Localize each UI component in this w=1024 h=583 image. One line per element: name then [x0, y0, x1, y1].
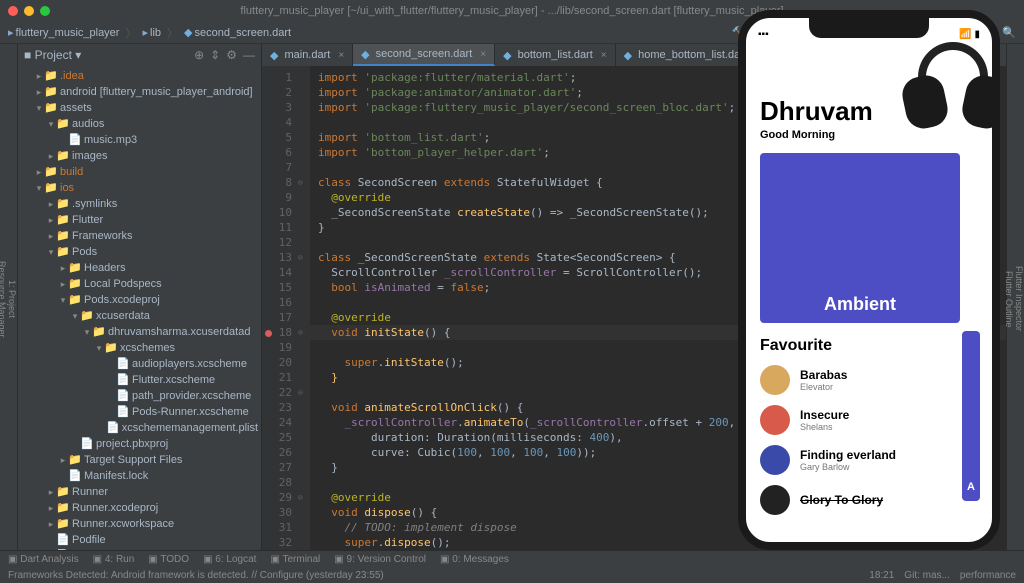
status-item[interactable]: Git: mas... — [904, 570, 950, 581]
tool-tab[interactable]: 1: Project — [7, 280, 17, 318]
category-card[interactable]: Ambient — [760, 153, 960, 323]
avatar — [760, 365, 790, 395]
close-icon[interactable]: × — [480, 49, 486, 60]
tree-item[interactable]: 📄music.mp3 — [18, 132, 261, 148]
tool-window-tab[interactable]: ▣ 9: Version Control — [334, 554, 426, 565]
status-bar: Frameworks Detected: Android framework i… — [0, 568, 1024, 583]
signal-icon: ▪▪▪ — [758, 29, 769, 40]
tree-item[interactable]: 📄Manifest.lock — [18, 468, 261, 484]
tree-item[interactable]: 📄Flutter.xcscheme — [18, 372, 261, 388]
tree-item[interactable]: ▸📁.idea — [18, 68, 261, 84]
favourite-item[interactable]: InsecureShelans — [760, 405, 978, 435]
tree-item[interactable]: ▸📁Runner — [18, 484, 261, 500]
tree-item[interactable]: ▾📁Pods.xcodeproj — [18, 292, 261, 308]
collapse-icon[interactable]: ⇕ — [210, 48, 220, 62]
favourite-item[interactable]: Glory To Glory — [760, 485, 978, 515]
tree-item[interactable]: ▾📁assets — [18, 100, 261, 116]
headphones-image — [900, 36, 1000, 146]
favourite-item[interactable]: Finding everlandGary Barlow — [760, 445, 978, 475]
tree-item[interactable]: ▸📁build — [18, 164, 261, 180]
tool-tab[interactable]: Flutter Inspector — [1014, 266, 1024, 331]
tree-item[interactable]: ▸📁images — [18, 148, 261, 164]
search-icon[interactable]: 🔍 — [1002, 26, 1016, 39]
tool-window-tab[interactable]: ▣ 4: Run — [93, 554, 135, 565]
status-message: Frameworks Detected: Android framework i… — [8, 570, 384, 581]
window-title: fluttery_music_player [~/ui_with_flutter… — [240, 5, 783, 17]
tree-item[interactable]: 📄project.pbxproj — [18, 436, 261, 452]
tree-item[interactable]: 📄Podfile — [18, 532, 261, 548]
project-panel: ■ Project ▾ ⊕ ⇕ ⚙ — ▸📁.idea▸📁android [fl… — [18, 44, 262, 550]
project-tree[interactable]: ▸📁.idea▸📁android [fluttery_music_player_… — [18, 66, 261, 550]
fold-strip[interactable]: ⊖⊖⊖⊖⊖⊖ — [298, 66, 310, 550]
editor-tab[interactable]: ◆second_screen.dart× — [353, 44, 495, 66]
avatar — [760, 445, 790, 475]
tree-item[interactable]: 📄path_provider.xcscheme — [18, 388, 261, 404]
tool-tab[interactable]: Resource Manager — [0, 261, 7, 338]
status-item[interactable]: 18:21 — [869, 570, 894, 581]
tool-window-tab[interactable]: ▣ 0: Messages — [440, 554, 509, 565]
hide-icon[interactable]: — — [243, 48, 255, 62]
project-panel-title[interactable]: ■ Project ▾ — [24, 48, 81, 62]
close-window[interactable] — [8, 6, 18, 16]
tool-window-tab[interactable]: ▣ Dart Analysis — [8, 554, 79, 565]
close-icon[interactable]: × — [601, 50, 607, 61]
editor-tab[interactable]: ◆bottom_list.dart× — [495, 44, 616, 66]
tree-item[interactable]: ▸📁Flutter — [18, 212, 261, 228]
category-card-next[interactable]: A — [962, 331, 980, 501]
tree-item[interactable]: ▸📁Runner.xcodeproj — [18, 500, 261, 516]
tree-item[interactable]: ▸📁Headers — [18, 260, 261, 276]
tree-item[interactable]: ▾📁dhruvamsharma.xcuserdatad — [18, 324, 261, 340]
tree-item[interactable]: 📄xcschememanagement.plist — [18, 420, 261, 436]
tree-item[interactable]: ▾📁xcuserdata — [18, 308, 261, 324]
bottom-tool-panel: ▣ Dart Analysis ▣ 4: Run ▣ TODO ▣ 6: Logcat… — [0, 550, 1024, 568]
tree-item[interactable]: ▸📁Target Support Files — [18, 452, 261, 468]
breadcrumb-file[interactable]: ◆second_screen.dart — [184, 26, 291, 39]
status-item[interactable]: performance — [960, 570, 1016, 581]
breadcrumb-folder[interactable]: ▸lib — [142, 26, 161, 39]
tree-item[interactable]: ▸📁Local Podspecs — [18, 276, 261, 292]
tree-item[interactable]: ▾📁audios — [18, 116, 261, 132]
tree-item[interactable]: ▸📁Frameworks — [18, 228, 261, 244]
gear-icon[interactable]: ⚙ — [226, 48, 237, 62]
avatar — [760, 485, 790, 515]
tree-item[interactable]: ▸📁Runner.xcworkspace — [18, 516, 261, 532]
tool-window-tab[interactable]: ▣ Terminal — [270, 554, 320, 565]
breadcrumb-project[interactable]: ▸fluttery_music_player — [8, 26, 119, 39]
gutter[interactable]: 1234567891011121314151617 18192021222324… — [262, 66, 298, 550]
avatar — [760, 405, 790, 435]
tree-item[interactable]: 📄audioplayers.xcscheme — [18, 356, 261, 372]
tree-item[interactable]: ▸📁android [fluttery_music_player_android… — [18, 84, 261, 100]
phone-notch — [809, 18, 929, 38]
tree-item[interactable]: ▸📁.symlinks — [18, 196, 261, 212]
favourite-item[interactable]: BarabasElevator — [760, 365, 978, 395]
maximize-window[interactable] — [40, 6, 50, 16]
left-tool-strip: 1: ProjectResource ManagerLayout Capture… — [0, 44, 18, 550]
minimize-window[interactable] — [24, 6, 34, 16]
target-icon[interactable]: ⊕ — [194, 48, 204, 62]
tree-item[interactable]: ▾📁Pods — [18, 244, 261, 260]
tree-item[interactable]: ▾📁ios — [18, 180, 261, 196]
tool-window-tab[interactable]: ▣ 6: Logcat — [203, 554, 256, 565]
editor-tab[interactable]: ◆main.dart× — [262, 44, 353, 66]
device-preview: ▪▪▪ 📶 ▮ Dhruvam Good Morning Ambient A F… — [738, 10, 1000, 550]
tool-window-tab[interactable]: ▣ TODO — [148, 554, 189, 565]
favourite-title: Favourite — [760, 337, 978, 355]
tree-item[interactable]: 📄Pods-Runner.xcscheme — [18, 404, 261, 420]
right-tool-strip: Flutter InspectorFlutter OutlineGradleDe… — [1006, 44, 1024, 550]
tree-item[interactable]: 📄Podfile.lock — [18, 548, 261, 550]
tree-item[interactable]: ▾📁xcschemes — [18, 340, 261, 356]
close-icon[interactable]: × — [338, 50, 344, 61]
